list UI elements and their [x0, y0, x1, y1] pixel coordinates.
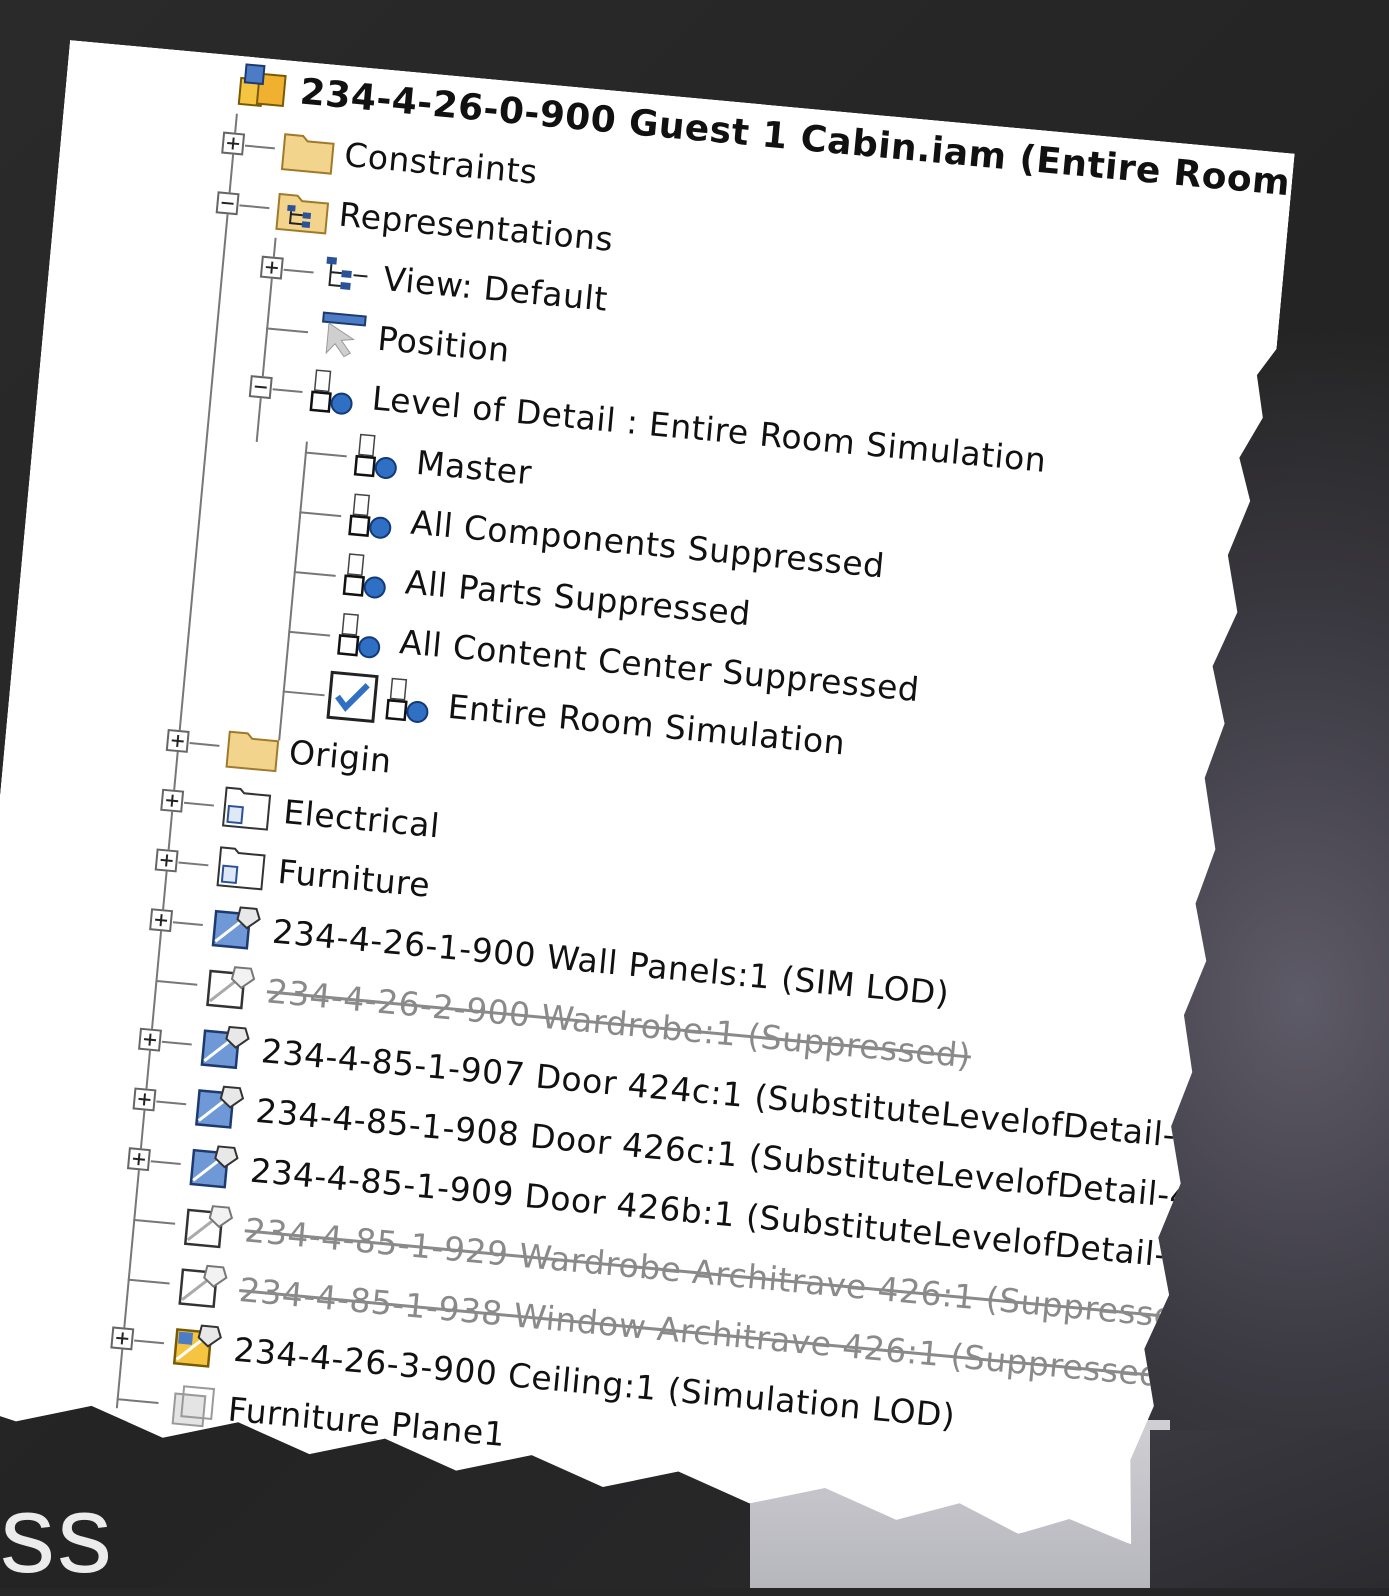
tree-line — [162, 1041, 192, 1046]
subassembly-icon — [190, 1080, 250, 1133]
tree-item-label: Electrical — [281, 791, 442, 845]
folder-icon — [223, 721, 283, 774]
position-rep-icon — [312, 308, 372, 361]
expand-component-button[interactable] — [149, 908, 173, 932]
suppressed-subassembly-icon — [201, 960, 261, 1013]
lod-icon — [345, 492, 405, 545]
lod-icon — [351, 432, 411, 485]
tree-line — [184, 802, 214, 807]
tree-item-label: Master — [414, 442, 534, 492]
background-floor — [1150, 1430, 1389, 1588]
expand-origin-button[interactable] — [166, 729, 190, 753]
subassembly-icon — [184, 1140, 244, 1193]
expand-furniture-button[interactable] — [155, 848, 179, 872]
lod-icon — [382, 676, 442, 729]
slide-partial-word: ss — [0, 1473, 114, 1596]
tree-line — [117, 1398, 159, 1404]
model-browser-tree: 234-4-26-0-900 Guest 1 Cabin.iam (Entire… — [0, 40, 1295, 1548]
lod-icon — [339, 551, 399, 604]
tree-item-label: Position — [376, 318, 512, 370]
tree-line — [273, 388, 303, 393]
tree-line — [245, 145, 275, 150]
view-rep-icon — [317, 248, 377, 301]
tree-item-label: Furniture — [276, 851, 432, 905]
tree-line — [299, 511, 341, 517]
expand-component-button[interactable] — [138, 1028, 162, 1052]
tree-line — [284, 269, 314, 274]
expand-electrical-button[interactable] — [160, 789, 184, 813]
tree-line — [156, 1101, 186, 1106]
tree-line — [134, 1339, 164, 1344]
tree-line — [178, 862, 208, 867]
tree-line — [155, 980, 197, 986]
browser-folder-icon — [212, 841, 272, 894]
tree-item-label: Origin — [287, 731, 394, 781]
representations-folder-icon — [273, 184, 333, 237]
tree-item-label: Constraints — [342, 134, 540, 192]
folder-icon — [279, 124, 339, 177]
tree-item-label: View: Default — [381, 258, 610, 319]
assembly-yellow-icon — [168, 1319, 228, 1372]
tree-line — [305, 451, 347, 457]
assembly-icon — [234, 62, 294, 115]
tree-line — [189, 742, 219, 747]
tree-line — [266, 327, 308, 333]
tree-line — [151, 1160, 181, 1165]
lod-icon — [334, 611, 394, 664]
active-lod-checkmark-icon — [326, 671, 378, 723]
tree-line — [278, 442, 308, 741]
tree-line — [288, 631, 330, 637]
tree-line — [173, 921, 203, 926]
tree-line — [128, 1279, 170, 1285]
browser-folder-icon — [218, 781, 278, 834]
collapse-level-of-detail-button[interactable] — [249, 375, 273, 399]
suppressed-subassembly-icon — [173, 1259, 233, 1312]
subassembly-icon — [196, 1020, 256, 1073]
expand-component-button[interactable] — [110, 1326, 134, 1350]
expand-view-default-button[interactable] — [260, 256, 284, 280]
suppressed-subassembly-icon — [179, 1199, 239, 1252]
expand-constraints-button[interactable] — [221, 132, 245, 156]
subassembly-icon — [207, 901, 267, 954]
tree-line — [239, 204, 269, 209]
work-plane-icon — [162, 1379, 222, 1432]
tree-line — [283, 690, 325, 696]
expand-component-button[interactable] — [132, 1087, 156, 1111]
tree-line — [294, 571, 336, 577]
collapse-representations-button[interactable] — [216, 191, 240, 215]
model-browser-screenshot: 234-4-26-0-900 Guest 1 Cabin.iam (Entire… — [0, 40, 1295, 1548]
expand-component-button[interactable] — [127, 1147, 151, 1171]
tree-line — [133, 1219, 175, 1225]
lod-icon — [306, 368, 366, 421]
